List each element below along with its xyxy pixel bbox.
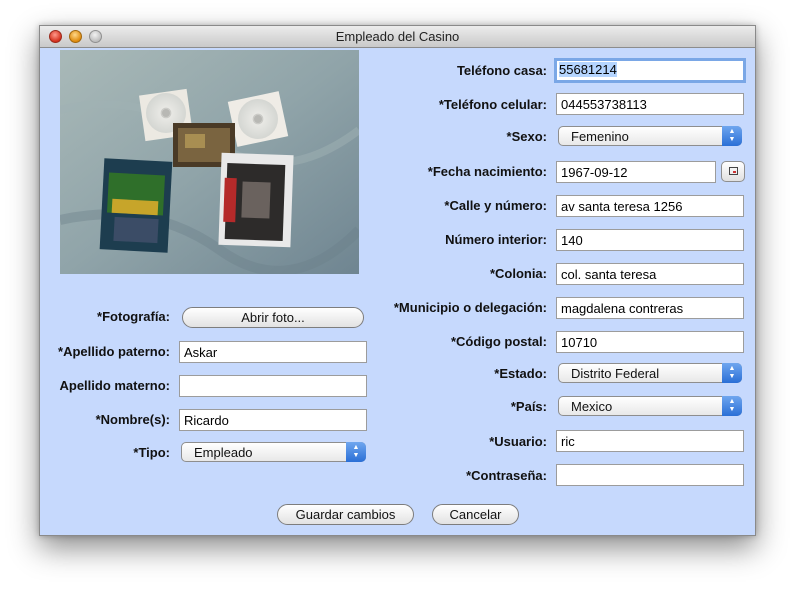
contrasena-label: *Contraseña: [466, 468, 547, 483]
nombre-field[interactable]: Ricardo [179, 409, 367, 431]
guardar-cambios-button[interactable]: Guardar cambios [277, 504, 414, 525]
tipo-select-value: Empleado [194, 445, 253, 460]
abrir-foto-button[interactable]: Abrir foto... [182, 307, 364, 328]
employee-window: Empleado del Casino *Fotografía: Abrir f… [39, 25, 756, 536]
pais-label: *País: [510, 399, 547, 414]
nombre-label: *Nombre(s): [95, 412, 170, 427]
calle-label: *Calle y número: [444, 198, 547, 213]
cancelar-button[interactable]: Cancelar [432, 504, 519, 525]
telefono-celular-label: *Teléfono celular: [438, 97, 547, 112]
telefono-casa-value: 55681214 [559, 62, 617, 77]
telefono-celular-field[interactable]: 044553738113 [556, 93, 744, 115]
estado-select[interactable]: Distrito Federal ▲ ▼ [558, 363, 742, 383]
calendar-icon [729, 167, 738, 175]
fecha-nacimiento-field[interactable]: 1967-09-12 [556, 161, 716, 183]
numero-interior-label: Número interior: [445, 232, 547, 247]
apellido-materno-field[interactable] [179, 375, 367, 397]
estado-select-value: Distrito Federal [571, 366, 660, 381]
window-title: Empleado del Casino [335, 29, 460, 44]
apellido-paterno-label: *Apellido paterno: [58, 344, 170, 359]
calle-field[interactable]: av santa teresa 1256 [556, 195, 744, 217]
numero-interior-field[interactable]: 140 [556, 229, 744, 251]
up-down-arrows-icon: ▲ ▼ [722, 363, 742, 383]
estado-label: *Estado: [494, 366, 547, 381]
colonia-field[interactable]: col. santa teresa [556, 263, 744, 285]
contrasena-field[interactable] [556, 464, 744, 486]
calendar-button[interactable] [721, 161, 745, 182]
telefono-casa-label: Teléfono casa: [456, 63, 547, 78]
telefono-casa-field[interactable]: 55681214 [554, 58, 746, 83]
codigo-postal-label: *Código postal: [450, 334, 547, 349]
tipo-label: *Tipo: [133, 445, 170, 460]
sexo-select[interactable]: Femenino ▲ ▼ [558, 126, 742, 146]
municipio-field[interactable]: magdalena contreras [556, 297, 744, 319]
up-down-arrows-icon: ▲ ▼ [722, 126, 742, 146]
tipo-select[interactable]: Empleado ▲ ▼ [181, 442, 366, 462]
up-down-arrows-icon: ▲ ▼ [722, 396, 742, 416]
usuario-label: *Usuario: [489, 434, 547, 449]
title-bar[interactable]: Empleado del Casino [40, 26, 755, 48]
pais-select-value: Mexico [571, 399, 613, 414]
apellido-materno-label: Apellido materno: [59, 378, 170, 393]
sexo-label: *Sexo: [506, 129, 547, 144]
employee-photo [60, 50, 359, 274]
codigo-postal-field[interactable]: 10710 [556, 331, 744, 353]
usuario-field[interactable]: ric [556, 430, 744, 452]
pais-select[interactable]: Mexico ▲ ▼ [558, 396, 742, 416]
colonia-label: *Colonia: [489, 266, 547, 281]
fecha-nacimiento-label: *Fecha nacimiento: [427, 164, 547, 179]
up-down-arrows-icon: ▲ ▼ [346, 442, 366, 462]
apellido-paterno-field[interactable]: Askar [179, 341, 367, 363]
sexo-select-value: Femenino [571, 129, 629, 144]
municipio-label: *Municipio o delegación: [393, 300, 547, 315]
foto-label: *Fotografía: [97, 309, 170, 324]
